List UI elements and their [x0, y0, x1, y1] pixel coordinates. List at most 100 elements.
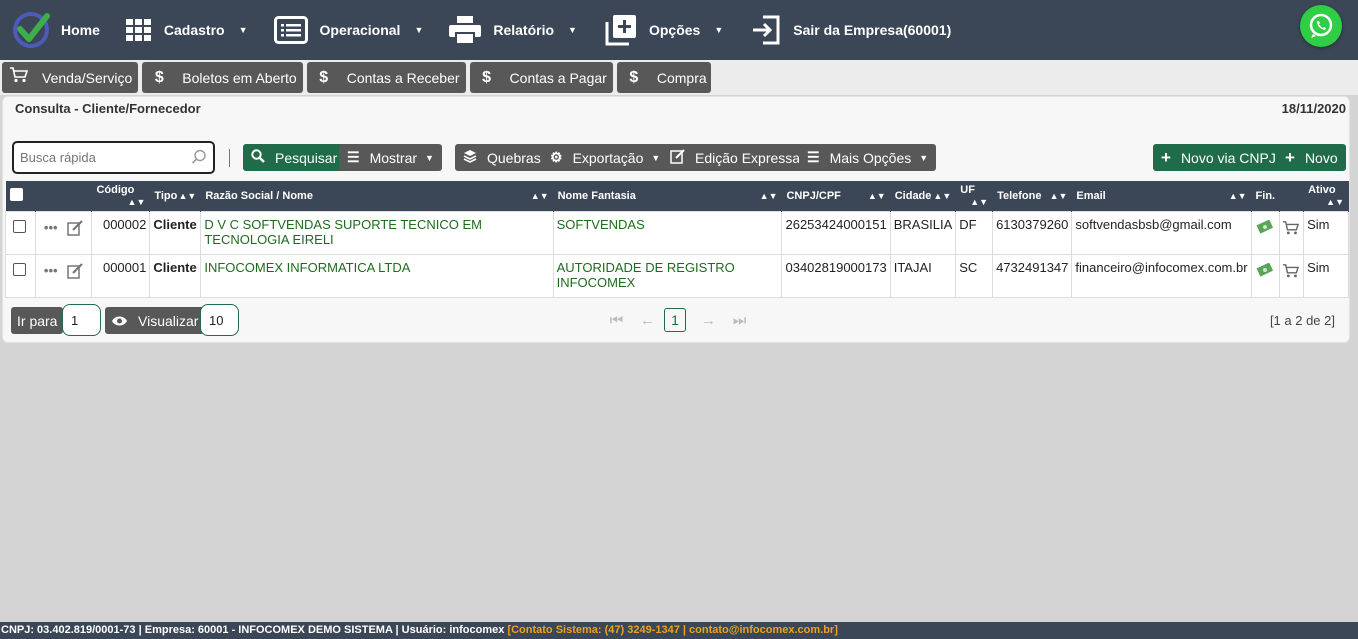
exit-icon	[753, 15, 780, 45]
cell-uf: DF	[955, 210, 994, 255]
shortcut-compra-button[interactable]: $ Compra	[616, 62, 711, 93]
quebras-button[interactable]: Quebras	[455, 144, 549, 171]
sort-icon: ▲▼	[1228, 190, 1247, 201]
col-telefone-header[interactable]: Telefone ▲▼	[992, 181, 1073, 211]
whatsapp-icon	[1309, 13, 1333, 38]
col-cnpj-header[interactable]: CNPJ/CPF ▲▼	[781, 181, 891, 211]
novo-cnpj-label: Novo via CNPJ	[1180, 149, 1276, 166]
chevron-down-icon: ▼	[568, 25, 577, 35]
row-checkbox[interactable]	[13, 219, 26, 233]
shortcut-label: Venda/Serviço	[42, 69, 133, 86]
col-email-header[interactable]: Email ▲▼	[1071, 181, 1252, 211]
sort-icon: ▲▼	[127, 197, 146, 208]
select-all-checkbox[interactable]	[9, 187, 23, 201]
money-icon[interactable]	[1256, 262, 1274, 277]
cell-uf: SC	[955, 253, 994, 298]
cell-razao[interactable]: D V C SOFTVENDAS SUPORTE TECNICO EM TECN…	[200, 210, 554, 255]
cell-email: softvendasbsb@gmail.com	[1071, 210, 1252, 255]
col-label: Ativo	[1308, 184, 1336, 197]
money-icon[interactable]	[1256, 219, 1274, 234]
dollar-icon: $	[319, 68, 329, 86]
cart-icon[interactable]	[1283, 220, 1300, 236]
col-razao-header[interactable]: Razão Social / Nome ▲▼	[200, 181, 554, 211]
nav-relatorio[interactable]: Relatório ▼	[449, 0, 577, 60]
next-page-icon[interactable]: →	[693, 312, 724, 329]
eye-icon	[112, 316, 127, 325]
page-title: Consulta - Cliente/Fornecedor	[15, 101, 201, 116]
novo-cnpj-button[interactable]: + Novo via CNPJ	[1153, 144, 1284, 171]
shortcut-receber-button[interactable]: $ Contas a Receber	[306, 62, 466, 93]
nav-cadastro-label: Cadastro	[163, 22, 225, 38]
table-row[interactable]: ••• 000001 Cliente INFOCOMEX INFORMATICA…	[5, 253, 1349, 298]
col-label: Fin.	[1255, 189, 1276, 202]
shortcut-label: Compra	[656, 69, 707, 86]
plus-icon: +	[1285, 147, 1295, 167]
row-checkbox[interactable]	[13, 262, 26, 276]
more-options-icon[interactable]: •••	[44, 263, 58, 278]
mostrar-dropdown[interactable]: ☰ Mostrar ▼	[339, 144, 442, 171]
sort-icon: ▲▼	[933, 190, 952, 201]
grid-icon	[125, 19, 151, 41]
cell-telefone: 6130379260	[992, 210, 1073, 255]
more-options-icon[interactable]: •••	[44, 220, 58, 235]
page-number-input[interactable]: 1	[62, 304, 101, 336]
edit-icon[interactable]	[67, 220, 84, 236]
nav-home[interactable]: Home	[0, 0, 100, 60]
novo-button[interactable]: + Novo	[1277, 144, 1346, 171]
mais-opcoes-dropdown[interactable]: ☰ Mais Opções ▼	[799, 144, 937, 171]
layers-icon	[463, 149, 477, 166]
col-label: UF	[960, 184, 975, 197]
pager: ⏮ ← 1 → ⏭	[601, 308, 755, 332]
nav-opcoes[interactable]: Opções ▼	[605, 0, 723, 60]
col-codigo-header[interactable]: Código ▲▼	[91, 181, 151, 211]
per-page-input[interactable]: 10	[200, 304, 239, 336]
shortcut-pagar-button[interactable]: $ Contas a Pagar	[469, 62, 613, 93]
nav-sair-label: Sair da Empresa(60001)	[793, 22, 952, 38]
cell-razao[interactable]: INFOCOMEX INFORMATICA LTDA	[200, 253, 554, 298]
last-page-icon[interactable]: ⏭	[724, 312, 755, 329]
current-page[interactable]: 1	[664, 308, 686, 332]
page-date: 18/11/2020	[1281, 101, 1346, 116]
col-label: Email	[1076, 189, 1106, 202]
shortcut-bar: Venda/Serviço $ Boletos em Aberto $ Cont…	[0, 60, 1358, 95]
prev-page-icon[interactable]: ←	[632, 312, 663, 329]
cell-cnpj: 03402819000173	[781, 253, 891, 298]
cart-icon[interactable]	[1283, 263, 1300, 279]
pesquisar-button[interactable]: Pesquisar	[243, 144, 346, 171]
shortcut-label: Contas a Pagar	[509, 69, 607, 86]
shortcut-boletos-button[interactable]: $ Boletos em Aberto	[142, 62, 303, 93]
col-uf-header[interactable]: UF ▲▼	[955, 181, 994, 211]
cell-fantasia[interactable]: AUTORIDADE DE REGISTRO INFOCOMEX	[552, 253, 783, 298]
row-actions-cell: •••	[34, 253, 93, 298]
plus-icon: +	[1161, 147, 1171, 167]
search-input[interactable]	[14, 143, 184, 172]
quebras-label: Quebras	[487, 149, 541, 166]
status-footer: CNPJ: 03.402.819/0001-73 | Empresa: 6000…	[0, 622, 1358, 639]
col-tipo-header[interactable]: Tipo ▲▼	[149, 181, 202, 211]
col-cidade-header[interactable]: Cidade ▲▼	[890, 181, 957, 211]
visualizar-label: Visualizar	[138, 312, 199, 329]
edicao-expressa-button[interactable]: Edição Expressa	[662, 144, 809, 171]
col-fantasia-header[interactable]: Nome Fantasia ▲▼	[553, 181, 783, 211]
cell-cart	[1279, 210, 1305, 255]
nav-sair[interactable]: Sair da Empresa(60001)	[751, 0, 951, 60]
col-ativo-header[interactable]: Ativo ▲▼	[1303, 181, 1349, 211]
col-fin-header: Fin.	[1251, 181, 1281, 211]
table-row[interactable]: ••• 000002 Cliente D V C SOFTVENDAS SUPO…	[5, 210, 1349, 255]
whatsapp-button[interactable]	[1300, 5, 1342, 47]
ir-para-button[interactable]: Ir para	[11, 307, 64, 334]
shortcut-venda-button[interactable]: Venda/Serviço	[2, 62, 139, 93]
nav-cadastro[interactable]: Cadastro ▼	[125, 0, 248, 60]
nav-operacional[interactable]: Operacional ▼	[273, 0, 423, 60]
visualizar-button[interactable]: Visualizar	[105, 307, 205, 334]
first-page-icon[interactable]: ⏮	[601, 312, 632, 329]
edit-icon[interactable]	[67, 263, 84, 279]
cell-fantasia[interactable]: SOFTVENDAS	[552, 210, 783, 255]
search-icon	[251, 149, 265, 166]
col-label: Razão Social / Nome	[205, 189, 313, 202]
shortcut-label: Contas a Receber	[346, 69, 460, 86]
chevron-down-icon: ▼	[919, 152, 929, 163]
exportacao-dropdown[interactable]: ⚙ Exportação ▼	[542, 144, 669, 171]
chevron-down-icon: ▼	[238, 25, 248, 35]
logo-check-icon	[13, 12, 50, 48]
